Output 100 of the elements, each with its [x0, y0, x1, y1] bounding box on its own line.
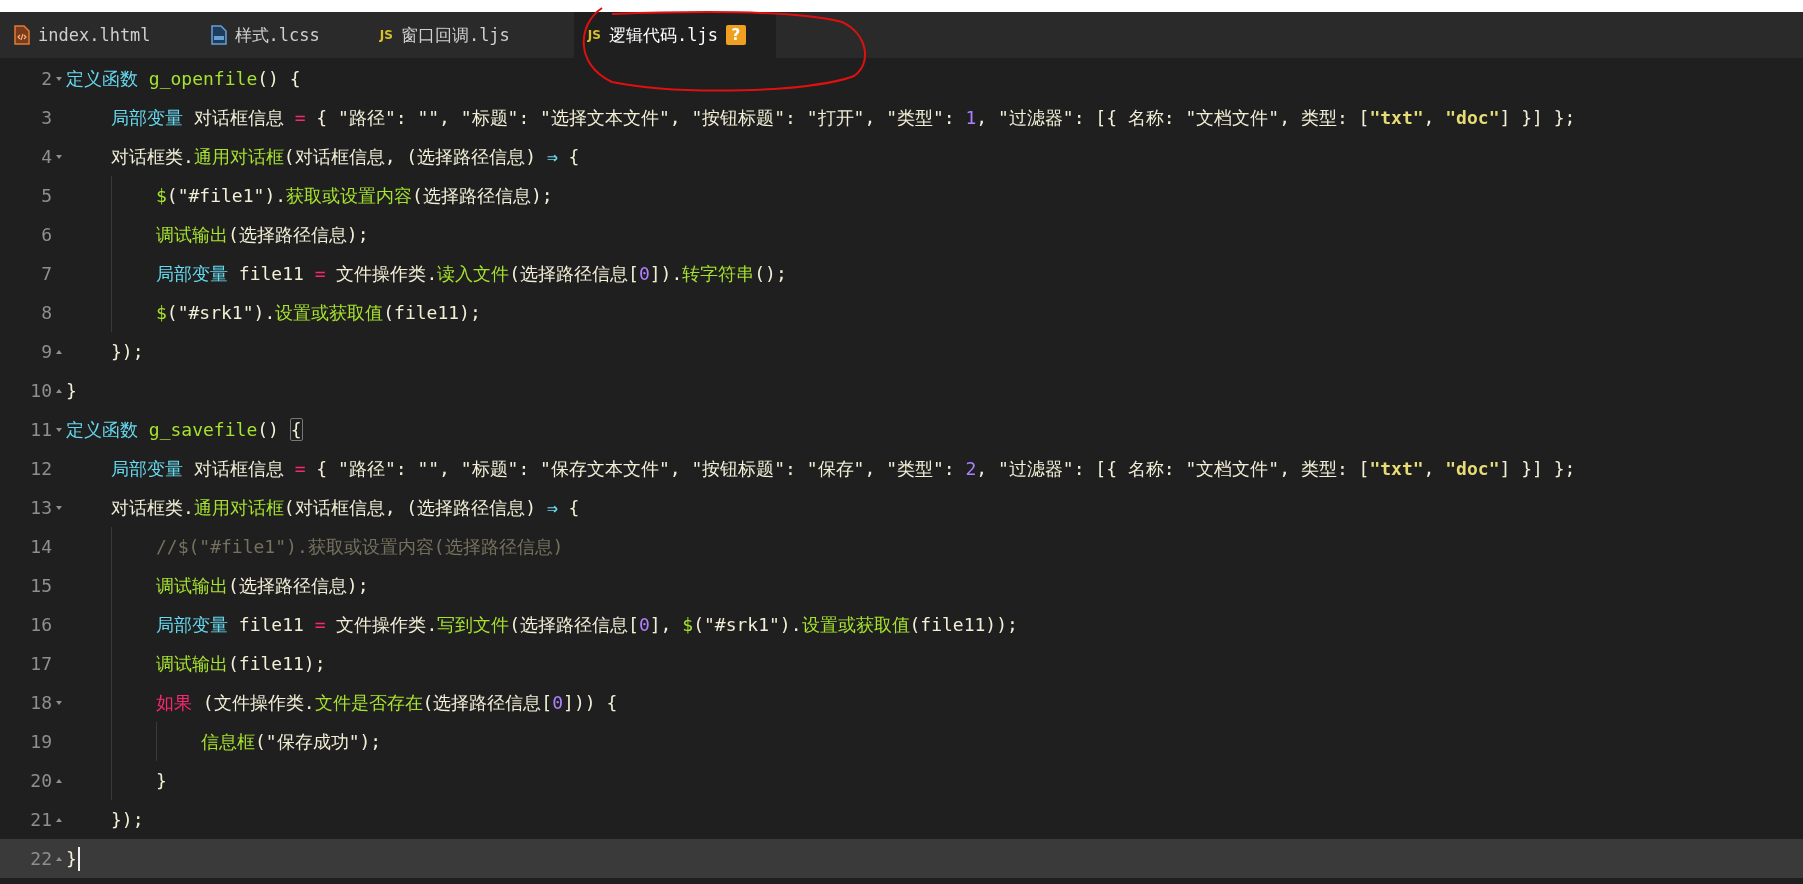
code-text: , "过滤器": [{ 名称: "文档文件", 类型: [ [976, 456, 1370, 481]
code-text: } [66, 848, 77, 869]
line-number: 9 [41, 341, 52, 362]
code-text: ("#srk1"). [166, 302, 276, 323]
code-text: { [567, 146, 580, 167]
function-name: 文件是否存在 [314, 690, 423, 715]
help-badge: ? [725, 25, 746, 45]
code-text: file11 [237, 263, 305, 284]
keyword-text: 如果 [156, 690, 192, 715]
code-text: }); [111, 341, 144, 362]
function-name: 读入文件 [437, 261, 510, 286]
line-number: 3 [41, 107, 52, 128]
code-text: () [257, 419, 280, 440]
string-literal: "doc" [1445, 107, 1500, 128]
operator-text: = [294, 107, 306, 128]
fold-icon[interactable] [56, 154, 62, 159]
line-number: 8 [41, 302, 52, 323]
function-name: 设置或获取值 [275, 300, 384, 325]
code-text: ("#file1"). [166, 185, 287, 206]
fold-icon[interactable] [56, 856, 62, 861]
code-text: { [567, 497, 580, 518]
operator-text: = [294, 458, 306, 479]
line-number: 18 [30, 692, 52, 713]
operator-text: = [314, 263, 326, 284]
code-text: (选择路径信息); [228, 222, 369, 247]
fold-icon[interactable] [56, 349, 62, 354]
line-number: 7 [41, 263, 52, 284]
code-text: ("保存成功"); [255, 729, 382, 754]
code-text: ])) { [563, 692, 618, 713]
code-text: (); [754, 263, 787, 284]
function-name: 写到文件 [437, 612, 510, 637]
code-text: ] }] }; [1499, 107, 1576, 128]
fold-icon[interactable] [56, 700, 62, 705]
line-number: 21 [30, 809, 52, 830]
file-tab[interactable]: 样式.lcss [204, 12, 342, 58]
keyword-text: 局部变量 [156, 612, 228, 637]
function-name: $ [682, 614, 694, 635]
code-text: , [1423, 458, 1436, 479]
string-literal: "doc" [1445, 458, 1500, 479]
function-name: 调试输出 [156, 651, 228, 676]
line-number: 20 [30, 770, 52, 791]
keyword-text: 局部变量 [111, 105, 183, 130]
number-literal: 0 [638, 263, 650, 284]
code-text: 对话框信息 [192, 456, 285, 481]
function-name: 获取或设置内容 [286, 183, 413, 208]
code-text: 文件操作类. [335, 612, 438, 637]
line-number: 15 [30, 575, 52, 596]
line-number: 4 [41, 146, 52, 167]
code-text: (对话框信息, (选择路径信息) [283, 144, 538, 169]
function-name: 通用对话框 [193, 495, 284, 520]
number-literal: 0 [638, 614, 650, 635]
operator-text: = [314, 614, 326, 635]
function-name: $ [156, 185, 167, 206]
function-name: 调试输出 [156, 222, 228, 247]
file-tab[interactable]: JS 逻辑代码.ljs ? [573, 12, 776, 58]
line-number: 17 [30, 653, 52, 674]
line-number: 6 [41, 224, 52, 245]
code-text: (选择路径信息[ [509, 612, 639, 637]
code-comment: //$("#file1").获取或设置内容(选择路径信息) [156, 534, 564, 559]
js-file-icon: JS [379, 28, 393, 42]
fold-icon[interactable] [56, 388, 62, 393]
matched-brace: { [289, 418, 303, 441]
text-cursor [77, 846, 80, 871]
fold-icon[interactable] [56, 778, 62, 783]
keyword-text: 局部变量 [156, 261, 228, 286]
code-text: (选择路径信息[ [509, 261, 639, 286]
code-text: (文件操作类. [201, 690, 315, 715]
code-text: } [156, 770, 167, 791]
line-number: 5 [41, 185, 52, 206]
line-number: 12 [30, 458, 52, 479]
code-text: ("#srk1"). [693, 614, 802, 635]
html-file-icon [14, 25, 30, 45]
code-text: (选择路径信息); [228, 573, 369, 598]
fold-icon[interactable] [56, 505, 62, 510]
file-tab[interactable]: index.lhtml [8, 12, 173, 58]
line-number: 16 [30, 614, 52, 635]
file-tab[interactable]: JS 窗口回调.ljs [373, 12, 532, 58]
line-number: 13 [30, 497, 52, 518]
fold-icon[interactable] [56, 427, 62, 432]
code-text: , "过滤器": [{ 名称: "文档文件", 类型: [ [976, 105, 1370, 130]
function-name: 调试输出 [156, 573, 228, 598]
code-text: (file11)); [909, 614, 1018, 635]
code-text: , [1423, 107, 1436, 128]
line-number: 14 [30, 536, 52, 557]
code-text: () { [257, 68, 301, 89]
code-text: (file11); [383, 302, 481, 323]
function-name: 设置或获取值 [801, 612, 910, 637]
code-text: }); [111, 809, 144, 830]
string-literal: "txt" [1369, 107, 1424, 128]
string-literal: "txt" [1369, 458, 1424, 479]
line-number: 2 [41, 68, 52, 89]
code-text: { "路径": "", "标题": "选择文本文件", "按钮标题": "打开", "类型": [315, 105, 956, 130]
code-text: 对话框信息 [192, 105, 285, 130]
code-text: 对话框类. [111, 495, 194, 520]
css-file-icon [210, 25, 227, 45]
js-file-icon: JS [587, 28, 601, 42]
fold-icon[interactable] [56, 76, 62, 81]
code-text: ]). [649, 263, 683, 284]
code-text: (file11); [228, 653, 326, 674]
fold-icon[interactable] [56, 817, 62, 822]
